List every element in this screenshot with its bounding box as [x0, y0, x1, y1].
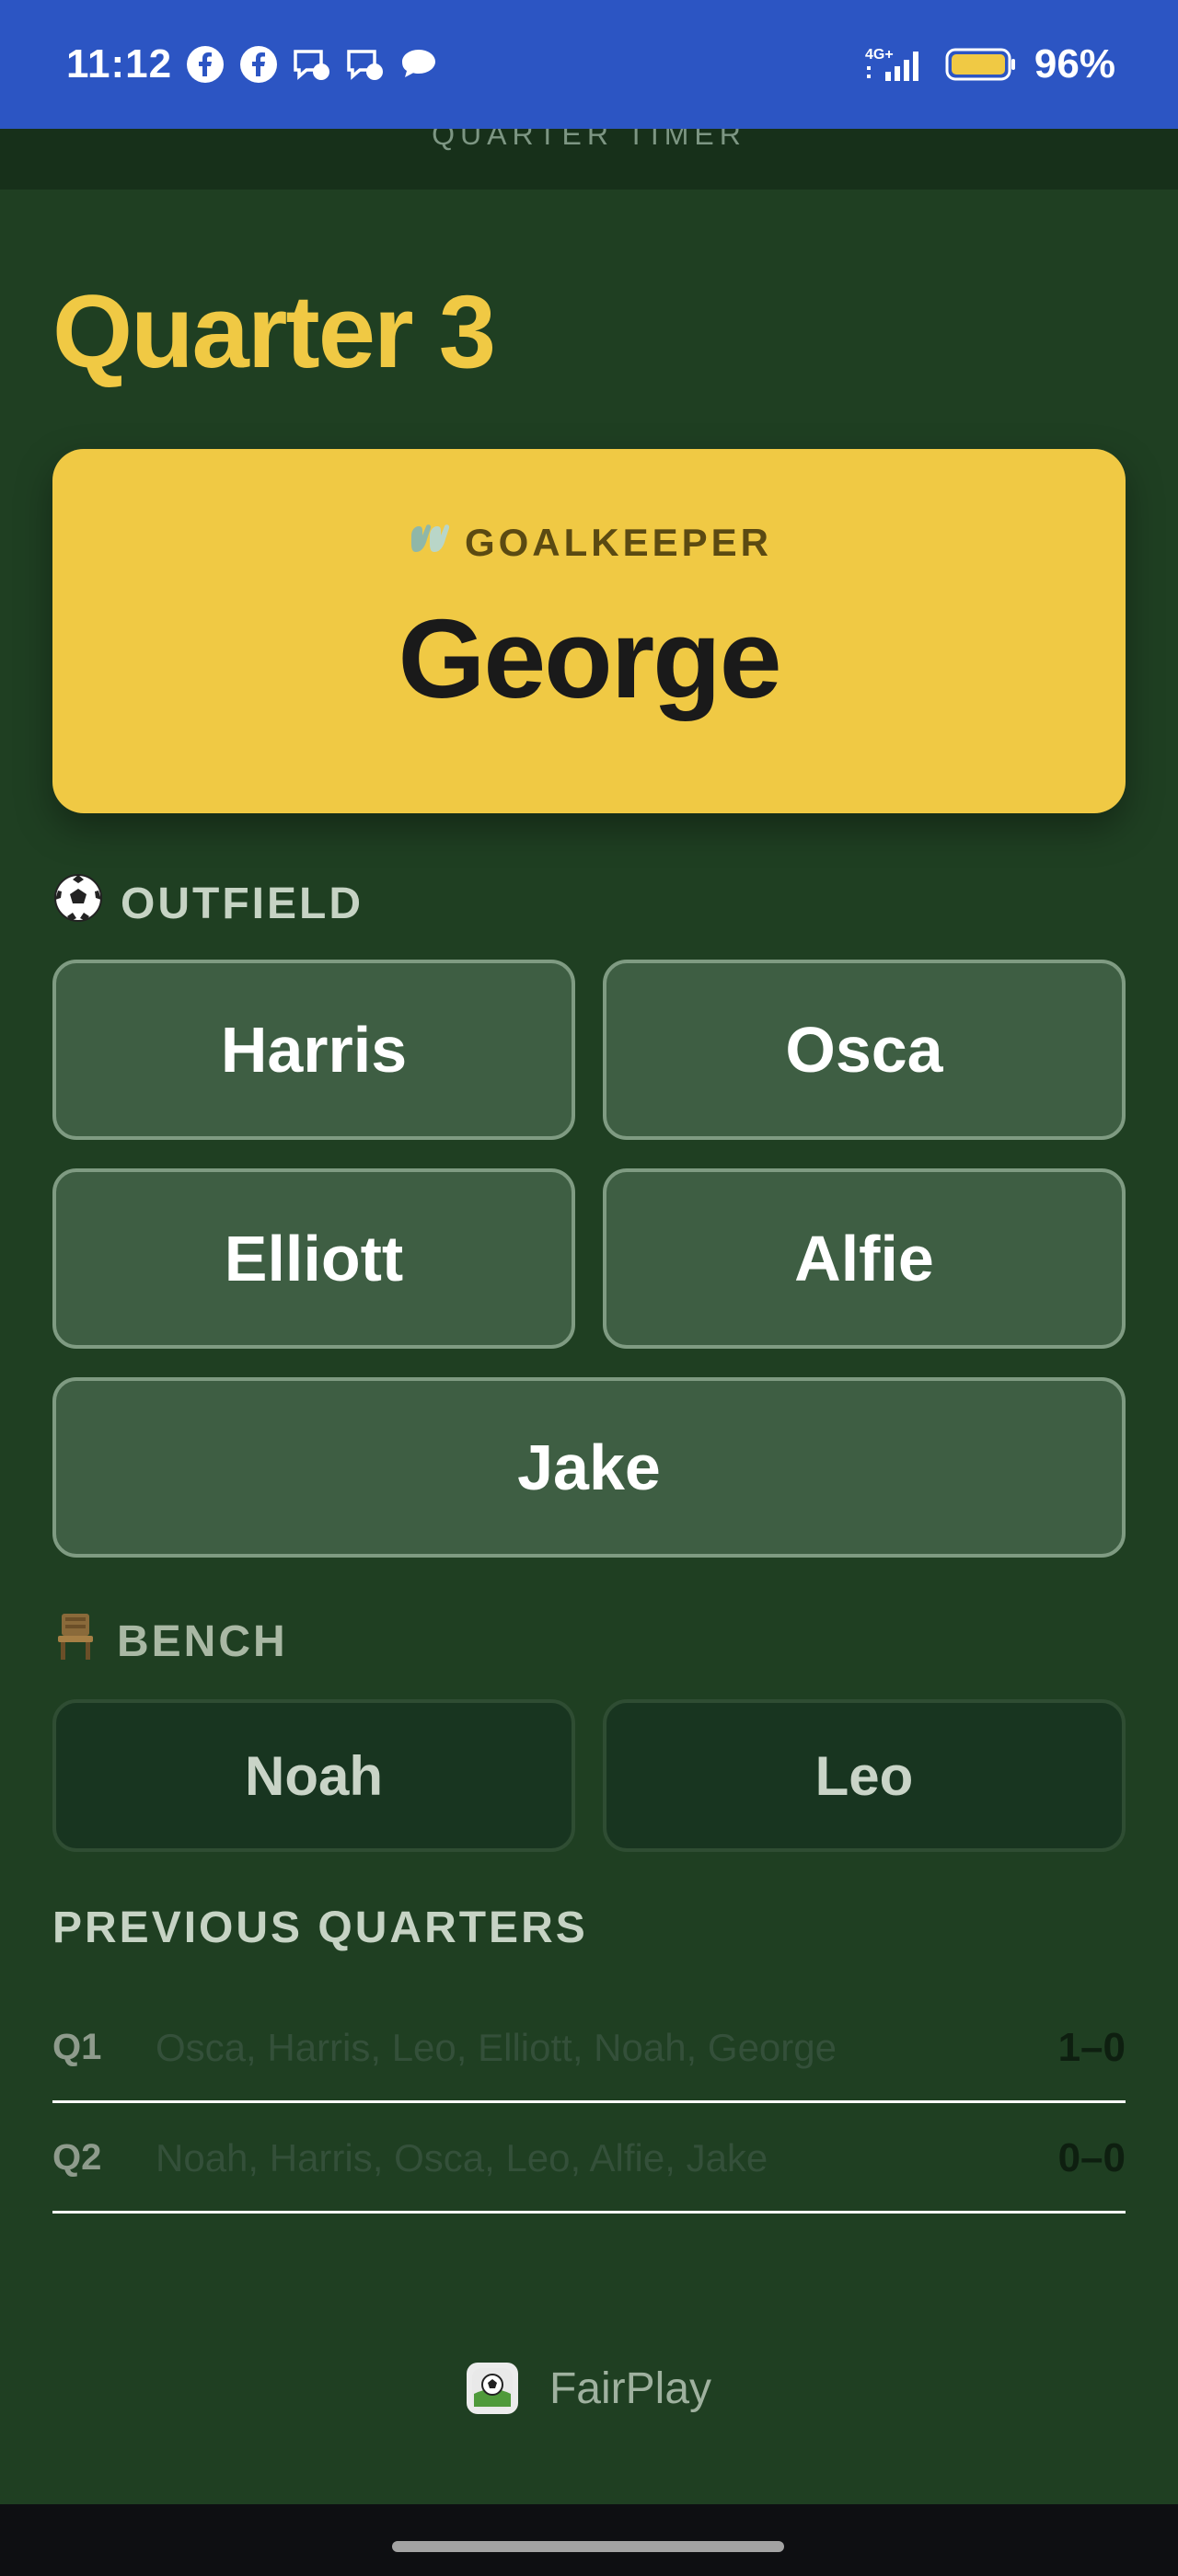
previous-quarter-row: Q1 Osca, Harris, Leo, Elliott, Noah, Geo… — [52, 1995, 1126, 2103]
previous-quarter-lineup: Osca, Harris, Leo, Elliott, Noah, George — [156, 2025, 837, 2069]
status-bar-left: 11:12 — [66, 41, 439, 87]
footer-brand-name: FairPlay — [549, 2363, 712, 2413]
bench-section-label: BENCH — [52, 1610, 288, 1673]
messenger-icon — [345, 44, 386, 85]
outfield-section-label: OUTFIELD — [52, 872, 364, 935]
previous-quarter-score: 1–0 — [1057, 2024, 1126, 2070]
gloves-icon — [406, 517, 452, 569]
network-type: 4G+ — [865, 47, 894, 63]
outfield-player-button[interactable]: Elliott — [52, 1168, 575, 1349]
facebook-icon — [238, 44, 279, 85]
previous-quarter-score: 0–0 — [1057, 2134, 1126, 2180]
status-bar: 11:12 4G+ 96% — [0, 0, 1178, 129]
bench-player-button[interactable]: Leo — [603, 1699, 1126, 1852]
goalkeeper-card[interactable]: GOALKEEPER George — [52, 449, 1126, 813]
status-time: 11:12 — [66, 41, 173, 86]
bench-player-button[interactable]: Noah — [52, 1699, 575, 1852]
previous-quarter-row: Q2 Noah, Harris, Osca, Leo, Alfie, Jake … — [52, 2105, 1126, 2214]
battery-icon — [944, 44, 1018, 85]
app-header-title: QUARTER TIMER — [432, 129, 746, 151]
outfield-player-button[interactable]: Jake — [52, 1377, 1126, 1558]
footer-brand: FairPlay — [0, 2363, 1178, 2414]
outfield-player-button[interactable]: Alfie — [603, 1168, 1126, 1349]
status-bar-right: 4G+ 96% — [863, 41, 1115, 87]
fairplay-logo-icon — [466, 2363, 518, 2414]
outfield-label: OUTFIELD — [121, 879, 364, 928]
goalkeeper-label: GOALKEEPER — [464, 521, 773, 564]
signal-icon: 4G+ — [863, 44, 928, 85]
goalkeeper-label-row: GOALKEEPER — [406, 517, 772, 569]
goalkeeper-name: George — [398, 596, 781, 721]
outfield-player-button[interactable]: Harris — [52, 960, 575, 1140]
facebook-icon — [185, 44, 225, 85]
quarter-title: Quarter 3 — [52, 274, 496, 389]
bench-label: BENCH — [117, 1616, 288, 1666]
previous-quarter-lineup: Noah, Harris, Osca, Leo, Alfie, Jake — [156, 2135, 768, 2179]
previous-quarters-title: PREVIOUS QUARTERS — [52, 1903, 588, 1952]
chat-icon — [398, 44, 439, 85]
system-navigation-bar — [0, 2504, 1178, 2576]
chair-icon — [52, 1610, 100, 1673]
soccer-ball-icon — [52, 872, 104, 935]
battery-percent: 96% — [1034, 41, 1115, 86]
previous-quarter-number: Q1 — [52, 2027, 102, 2067]
home-gesture-handle[interactable] — [392, 2541, 784, 2552]
messenger-icon — [292, 44, 332, 85]
previous-quarter-number: Q2 — [52, 2137, 102, 2178]
outfield-player-button[interactable]: Osca — [603, 960, 1126, 1140]
app-header: QUARTER TIMER — [0, 129, 1178, 190]
